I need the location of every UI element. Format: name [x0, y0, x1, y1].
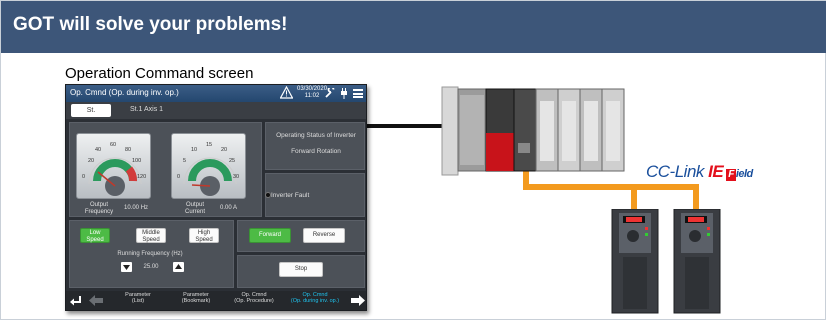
- hmi-date: 03/30/2020: [297, 86, 328, 92]
- stop-button[interactable]: Stop: [279, 262, 323, 277]
- running-frequency-value[interactable]: 25.00: [134, 262, 168, 272]
- frequency-gauge: 0 20 40 60 80 100 120: [76, 133, 151, 199]
- curr-value: 0.00: [220, 205, 232, 211]
- curr-unit: A: [233, 205, 238, 211]
- reverse-button[interactable]: Reverse: [303, 228, 345, 243]
- hmi-datetime: 03/30/2020 11:02: [297, 86, 327, 100]
- freq-label: Output Frequency: [84, 202, 114, 216]
- wrench-icon[interactable]: [325, 88, 335, 98]
- status-title: Operating Status of Inverter: [276, 132, 356, 139]
- status-value: Forward Rotation: [291, 148, 341, 155]
- cclink-brand-field: ield: [735, 168, 753, 180]
- curr-label-line2: Current: [184, 209, 205, 215]
- hmi-screen-title: Op. Cmnd (Op. during inv. op.): [70, 88, 179, 97]
- fault-label: Inverter Fault: [271, 192, 310, 199]
- middle-speed-line2: Speed: [142, 237, 160, 243]
- nav-op-during-inv[interactable]: Op. Cmnd (Op. during inv. op.): [283, 292, 347, 304]
- freq-value: 10.00: [124, 205, 140, 211]
- low-speed-line1: Low: [89, 230, 101, 236]
- curr-tick-25: 25: [229, 158, 236, 164]
- freq-tick-120: 120: [137, 174, 147, 180]
- plc-system-image: [441, 86, 625, 176]
- plug-icon[interactable]: [341, 88, 347, 99]
- curr-tick-0: 0: [177, 174, 181, 180]
- forward-button[interactable]: Forward: [249, 228, 291, 243]
- freq-tick-20: 20: [88, 158, 95, 164]
- freq-tick-60: 60: [110, 142, 117, 148]
- low-speed-line2: Speed: [86, 237, 104, 243]
- curr-tick-5: 5: [183, 158, 187, 164]
- freq-tick-80: 80: [125, 147, 132, 153]
- middle-speed-line1: Middle: [142, 230, 160, 236]
- next-page-icon[interactable]: [351, 295, 365, 306]
- high-speed-button[interactable]: High Speed: [189, 228, 219, 243]
- cclink-ie-field-logo: CC-Link IE Field: [646, 162, 753, 182]
- nav-parameter-bookmark[interactable]: Parameter (Bookmark): [172, 292, 220, 304]
- freq-tick-40: 40: [95, 147, 102, 153]
- high-speed-line2: Speed: [195, 237, 213, 243]
- status-panel: [265, 122, 365, 170]
- curr-tick-15: 15: [206, 142, 213, 148]
- middle-speed-button[interactable]: Middle Speed: [136, 228, 166, 243]
- hmi-titlebar: Op. Cmnd (Op. during inv. op.) 03/30/202…: [66, 85, 366, 102]
- frequency-down-button[interactable]: [121, 262, 132, 272]
- freq-tick-100: 100: [132, 158, 142, 164]
- cclink-brand-prefix: CC-Link: [646, 162, 704, 181]
- low-speed-button[interactable]: Low Speed: [80, 228, 110, 243]
- hmi-time: 11:02: [304, 93, 320, 99]
- curr-tick-30: 30: [233, 174, 240, 180]
- content-card: GOT will solve your problems! Operation …: [0, 0, 826, 320]
- high-speed-line1: High: [197, 230, 211, 236]
- current-gauge: 0 5 10 15 20 25 30: [171, 133, 246, 199]
- freq-label-line1: Output: [89, 202, 108, 208]
- hmi-station-bar: [66, 102, 366, 119]
- curr-tick-10: 10: [191, 147, 198, 153]
- current-readout: 0.00 A: [220, 205, 237, 211]
- nav-parameter-bookmark-line2: (Bookmark): [181, 298, 211, 304]
- inverter-2-image: [673, 209, 721, 314]
- cclink-brand-field-box: F: [726, 169, 736, 181]
- warning-icon[interactable]: [280, 86, 293, 99]
- cclink-brand-ie: IE: [708, 162, 724, 181]
- station-tab[interactable]: St.: [71, 104, 111, 117]
- frequency-up-button[interactable]: [173, 262, 184, 272]
- freq-readout: 10.00 Hz: [124, 205, 148, 211]
- running-frequency-label: Running Frequency (Hz): [117, 251, 183, 257]
- curr-tick-20: 20: [221, 147, 228, 153]
- hmi-screen: Op. Cmnd (Op. during inv. op.) 03/30/202…: [65, 84, 367, 311]
- nav-op-procedure-line2: (Op. Procedure): [234, 298, 274, 304]
- prev-page-icon[interactable]: [89, 295, 103, 306]
- freq-label-line2: Frequency: [84, 209, 114, 215]
- curr-label-line1: Output: [185, 202, 204, 208]
- station-axis-label: St.1 Axis 1: [130, 106, 164, 113]
- nav-parameter-list-line2: (List): [131, 298, 145, 304]
- nav-parameter-list[interactable]: Parameter (List): [114, 292, 162, 304]
- freq-tick-0: 0: [82, 174, 86, 180]
- cclink-cable-branch: [634, 184, 699, 210]
- return-icon[interactable]: [69, 294, 82, 307]
- menu-icon[interactable]: [353, 89, 363, 98]
- current-label: Output Current: [180, 202, 210, 216]
- inverter-1-image: [611, 209, 659, 314]
- nav-op-procedure[interactable]: Op. Cmnd (Op. Procedure): [226, 292, 282, 304]
- freq-unit: Hz: [140, 205, 149, 211]
- nav-op-during-inv-line2: (Op. during inv. op.): [290, 298, 340, 304]
